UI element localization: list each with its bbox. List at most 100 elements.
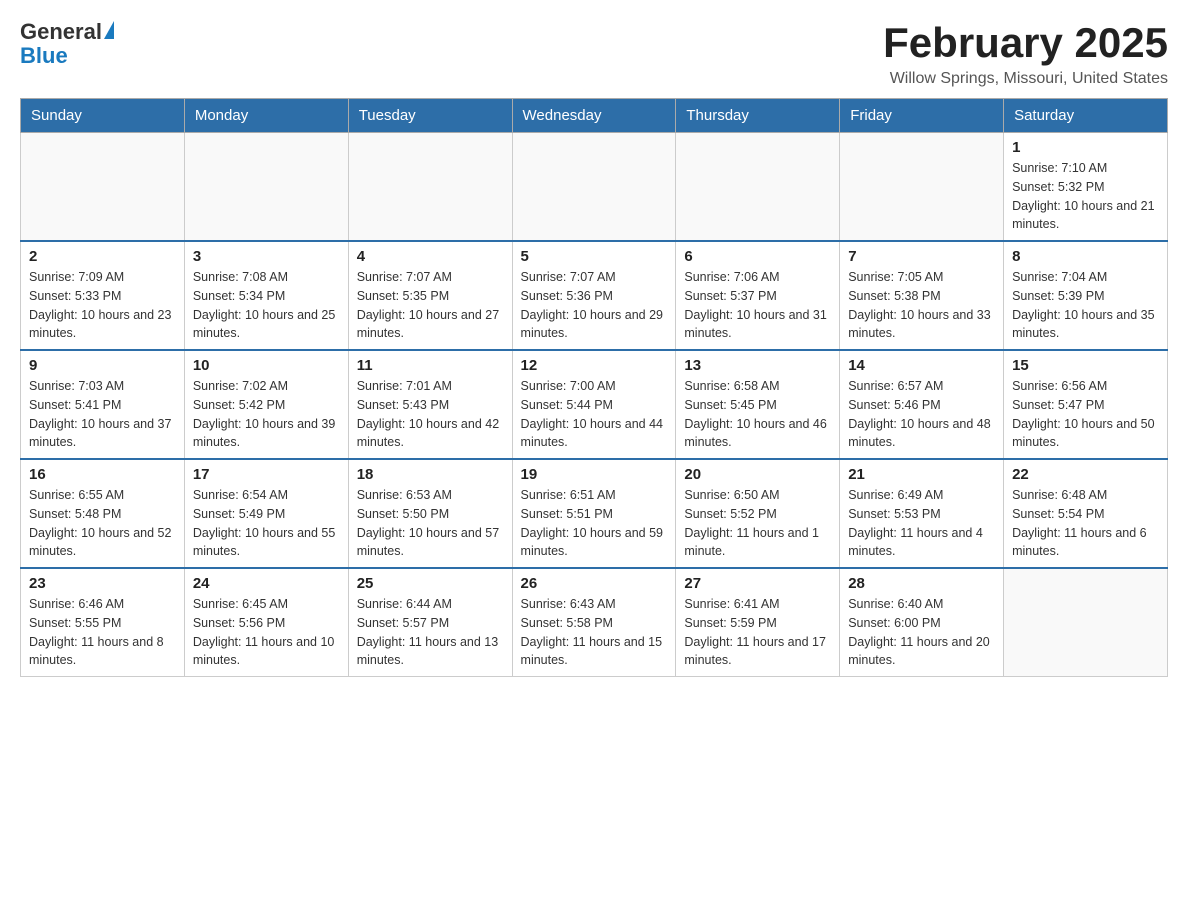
sunset-text: Sunset: 5:55 PM xyxy=(29,614,176,633)
sunset-text: Sunset: 5:41 PM xyxy=(29,396,176,415)
day-info: Sunrise: 6:53 AMSunset: 5:50 PMDaylight:… xyxy=(357,486,504,561)
day-number: 9 xyxy=(29,357,176,374)
sunrise-text: Sunrise: 7:04 AM xyxy=(1012,268,1159,287)
table-row: 4 Sunrise: 7:07 AMSunset: 5:35 PMDaylight… xyxy=(348,241,512,350)
daylight-text: Daylight: 11 hours and 20 minutes. xyxy=(848,633,995,671)
sunset-text: Sunset: 5:49 PM xyxy=(193,505,340,524)
day-info: Sunrise: 6:40 AMSunset: 6:00 PMDaylight:… xyxy=(848,595,995,670)
sunrise-text: Sunrise: 6:43 AM xyxy=(521,595,668,614)
table-row xyxy=(840,133,1004,242)
daylight-text: Daylight: 10 hours and 59 minutes. xyxy=(521,524,668,562)
day-number: 12 xyxy=(521,357,668,374)
sunset-text: Sunset: 5:51 PM xyxy=(521,505,668,524)
table-row: 19 Sunrise: 6:51 AMSunset: 5:51 PMDayligh… xyxy=(512,459,676,568)
day-info: Sunrise: 6:44 AMSunset: 5:57 PMDaylight:… xyxy=(357,595,504,670)
day-info: Sunrise: 7:03 AMSunset: 5:41 PMDaylight:… xyxy=(29,377,176,452)
logo: General Blue xyxy=(20,20,114,68)
day-number: 19 xyxy=(521,466,668,483)
day-number: 27 xyxy=(684,575,831,592)
day-info: Sunrise: 7:01 AMSunset: 5:43 PMDaylight:… xyxy=(357,377,504,452)
day-number: 23 xyxy=(29,575,176,592)
table-row: 12 Sunrise: 7:00 AMSunset: 5:44 PMDayligh… xyxy=(512,350,676,459)
daylight-text: Daylight: 10 hours and 35 minutes. xyxy=(1012,306,1159,344)
day-number: 28 xyxy=(848,575,995,592)
sunrise-text: Sunrise: 7:06 AM xyxy=(684,268,831,287)
sunset-text: Sunset: 5:42 PM xyxy=(193,396,340,415)
table-row: 6Sunrise: 7:06 AMSunset: 5:37 PMDaylight… xyxy=(676,241,840,350)
daylight-text: Daylight: 10 hours and 52 minutes. xyxy=(29,524,176,562)
daylight-text: Daylight: 11 hours and 17 minutes. xyxy=(684,633,831,671)
calendar-week-4: 16Sunrise: 6:55 AMSunset: 5:48 PMDayligh… xyxy=(21,459,1168,568)
day-number: 5 xyxy=(521,248,668,265)
sunset-text: Sunset: 5:44 PM xyxy=(521,396,668,415)
sunrise-text: Sunrise: 6:45 AM xyxy=(193,595,340,614)
table-row: 21Sunrise: 6:49 AMSunset: 5:53 PMDayligh… xyxy=(840,459,1004,568)
col-thursday: Thursday xyxy=(676,99,840,133)
table-row: 27Sunrise: 6:41 AMSunset: 5:59 PMDayligh… xyxy=(676,568,840,677)
logo-general-text: General xyxy=(20,20,102,44)
day-info: Sunrise: 6:46 AMSunset: 5:55 PMDaylight:… xyxy=(29,595,176,670)
sunrise-text: Sunrise: 6:48 AM xyxy=(1012,486,1159,505)
sunset-text: Sunset: 5:37 PM xyxy=(684,287,831,306)
day-info: Sunrise: 6:56 AMSunset: 5:47 PMDaylight:… xyxy=(1012,377,1159,452)
sunset-text: Sunset: 5:54 PM xyxy=(1012,505,1159,524)
title-area: February 2025 Willow Springs, Missouri, … xyxy=(883,20,1168,88)
day-number: 1 xyxy=(1012,139,1159,156)
day-info: Sunrise: 6:45 AMSunset: 5:56 PMDaylight:… xyxy=(193,595,340,670)
day-info: Sunrise: 7:00 AMSunset: 5:44 PMDaylight:… xyxy=(521,377,668,452)
day-info: Sunrise: 6:49 AMSunset: 5:53 PMDaylight:… xyxy=(848,486,995,561)
table-row: 22 Sunrise: 6:48 AMSunset: 5:54 PMDayligh… xyxy=(1004,459,1168,568)
col-wednesday: Wednesday xyxy=(512,99,676,133)
day-info: Sunrise: 7:07 AMSunset: 5:35 PMDaylight:… xyxy=(357,268,504,343)
sunset-text: Sunset: 5:53 PM xyxy=(848,505,995,524)
table-row: 13Sunrise: 6:58 AMSunset: 5:45 PMDayligh… xyxy=(676,350,840,459)
table-row xyxy=(348,133,512,242)
day-info: Sunrise: 6:57 AMSunset: 5:46 PMDaylight:… xyxy=(848,377,995,452)
day-number: 22 xyxy=(1012,466,1159,483)
sunrise-text: Sunrise: 7:01 AM xyxy=(357,377,504,396)
sunset-text: Sunset: 5:33 PM xyxy=(29,287,176,306)
sunrise-text: Sunrise: 6:40 AM xyxy=(848,595,995,614)
sunrise-text: Sunrise: 7:09 AM xyxy=(29,268,176,287)
sunrise-text: Sunrise: 6:54 AM xyxy=(193,486,340,505)
day-number: 4 xyxy=(357,248,504,265)
daylight-text: Daylight: 10 hours and 29 minutes. xyxy=(521,306,668,344)
sunset-text: Sunset: 5:36 PM xyxy=(521,287,668,306)
daylight-text: Daylight: 10 hours and 48 minutes. xyxy=(848,415,995,453)
daylight-text: Daylight: 10 hours and 50 minutes. xyxy=(1012,415,1159,453)
table-row xyxy=(21,133,185,242)
sunset-text: Sunset: 5:32 PM xyxy=(1012,178,1159,197)
daylight-text: Daylight: 10 hours and 27 minutes. xyxy=(357,306,504,344)
day-info: Sunrise: 7:05 AMSunset: 5:38 PMDaylight:… xyxy=(848,268,995,343)
day-info: Sunrise: 6:43 AMSunset: 5:58 PMDaylight:… xyxy=(521,595,668,670)
daylight-text: Daylight: 11 hours and 15 minutes. xyxy=(521,633,668,671)
table-row xyxy=(1004,568,1168,677)
table-row xyxy=(676,133,840,242)
table-row: 2Sunrise: 7:09 AMSunset: 5:33 PMDaylight… xyxy=(21,241,185,350)
sunrise-text: Sunrise: 6:56 AM xyxy=(1012,377,1159,396)
sunset-text: Sunset: 5:56 PM xyxy=(193,614,340,633)
day-info: Sunrise: 6:51 AMSunset: 5:51 PMDaylight:… xyxy=(521,486,668,561)
sunrise-text: Sunrise: 6:53 AM xyxy=(357,486,504,505)
sunset-text: Sunset: 6:00 PM xyxy=(848,614,995,633)
sunset-text: Sunset: 5:39 PM xyxy=(1012,287,1159,306)
daylight-text: Daylight: 10 hours and 44 minutes. xyxy=(521,415,668,453)
daylight-text: Daylight: 11 hours and 8 minutes. xyxy=(29,633,176,671)
sunset-text: Sunset: 5:58 PM xyxy=(521,614,668,633)
table-row: 8Sunrise: 7:04 AMSunset: 5:39 PMDaylight… xyxy=(1004,241,1168,350)
table-row: 23 Sunrise: 6:46 AMSunset: 5:55 PMDayligh… xyxy=(21,568,185,677)
table-row: 14Sunrise: 6:57 AMSunset: 5:46 PMDayligh… xyxy=(840,350,1004,459)
day-info: Sunrise: 7:10 AMSunset: 5:32 PMDaylight:… xyxy=(1012,159,1159,234)
calendar-week-2: 2Sunrise: 7:09 AMSunset: 5:33 PMDaylight… xyxy=(21,241,1168,350)
calendar-week-5: 23 Sunrise: 6:46 AMSunset: 5:55 PMDayligh… xyxy=(21,568,1168,677)
sunset-text: Sunset: 5:34 PM xyxy=(193,287,340,306)
calendar-table: Sunday Monday Tuesday Wednesday Thursday… xyxy=(20,98,1168,677)
table-row: 1 Sunrise: 7:10 AMSunset: 5:32 PMDaylight… xyxy=(1004,133,1168,242)
day-info: Sunrise: 6:58 AMSunset: 5:45 PMDaylight:… xyxy=(684,377,831,452)
day-number: 15 xyxy=(1012,357,1159,374)
calendar-week-1: 1 Sunrise: 7:10 AMSunset: 5:32 PMDaylight… xyxy=(21,133,1168,242)
daylight-text: Daylight: 10 hours and 23 minutes. xyxy=(29,306,176,344)
sunset-text: Sunset: 5:47 PM xyxy=(1012,396,1159,415)
page-header: General Blue February 2025 Willow Spring… xyxy=(20,20,1168,88)
daylight-text: Daylight: 11 hours and 6 minutes. xyxy=(1012,524,1159,562)
